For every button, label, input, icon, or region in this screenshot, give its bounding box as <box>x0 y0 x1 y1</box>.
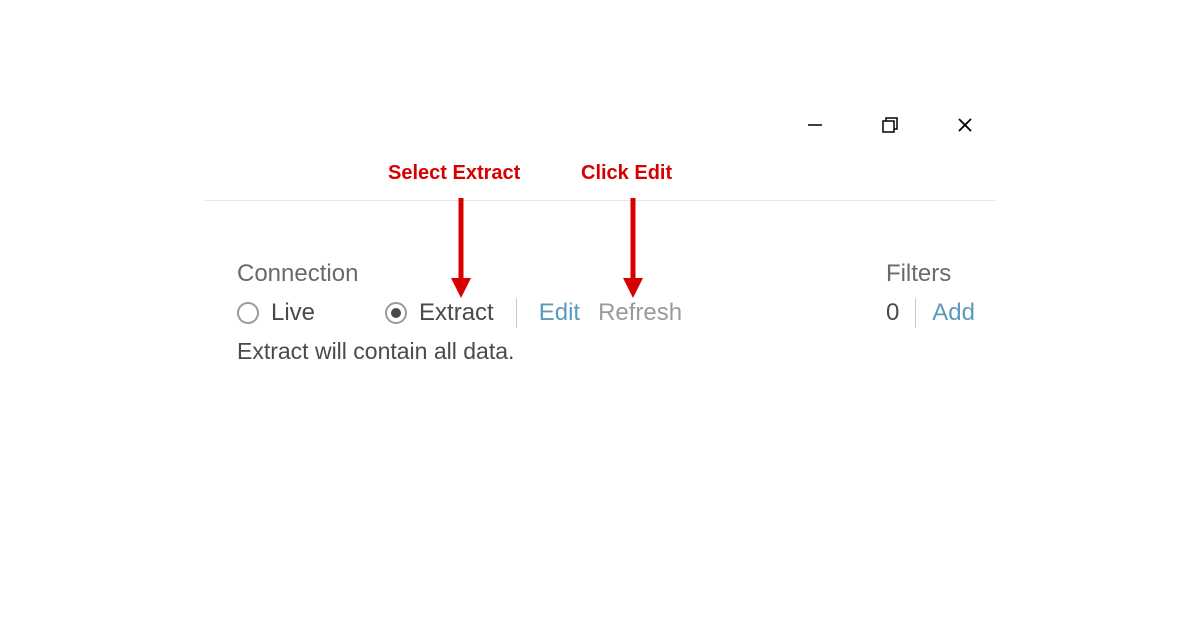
live-radio-label: Live <box>271 299 315 327</box>
vertical-separator <box>915 298 916 328</box>
radio-selected-icon[interactable] <box>385 302 407 324</box>
refresh-action: Refresh <box>598 299 682 327</box>
connection-options-row: Live Extract Edit Refresh <box>237 298 975 328</box>
filters-header: Filters <box>886 260 975 288</box>
vertical-separator <box>516 298 517 328</box>
minimize-button[interactable] <box>805 115 825 135</box>
maximize-button[interactable] <box>880 115 900 135</box>
connection-block: Connection Live Extract Edit Refresh <box>237 260 975 328</box>
add-filter-link[interactable]: Add <box>932 299 975 327</box>
annotation-select-extract: Select Extract <box>388 162 520 185</box>
close-button[interactable] <box>955 115 975 135</box>
extract-status-text: Extract will contain all data. <box>237 338 975 365</box>
connection-panel: Connection Live Extract Edit Refresh Fil… <box>237 260 975 365</box>
edit-link[interactable]: Edit <box>539 299 580 327</box>
filter-count: 0 <box>886 299 899 327</box>
live-radio-group[interactable]: Live <box>237 299 315 327</box>
connection-header: Connection <box>237 260 975 288</box>
extract-radio-label: Extract <box>419 299 494 327</box>
filters-block: Filters 0 Add <box>886 260 975 328</box>
extract-radio-group[interactable]: Extract <box>385 299 494 327</box>
annotation-click-edit: Click Edit <box>581 162 672 185</box>
divider <box>205 200 995 201</box>
radio-unselected-icon[interactable] <box>237 302 259 324</box>
window-controls <box>805 115 975 135</box>
filters-row: 0 Add <box>886 298 975 328</box>
